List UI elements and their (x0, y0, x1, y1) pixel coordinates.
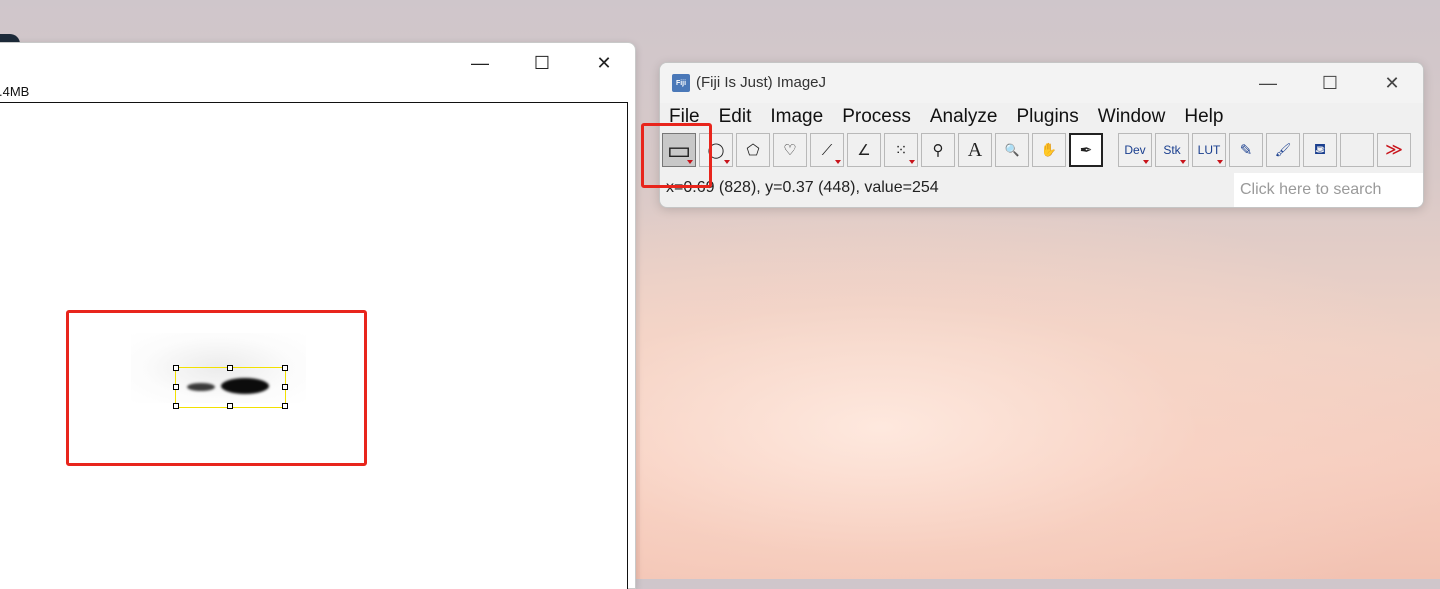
brush-icon: 🖌 (1274, 142, 1292, 157)
lut-menu-button[interactable]: LUT (1192, 133, 1226, 167)
dropdown-indicator-icon (835, 160, 841, 164)
image-info-label: .4MB (0, 84, 30, 99)
dropdown-indicator-icon (1143, 160, 1149, 164)
line-tool[interactable]: ⟋ (810, 133, 844, 167)
stk-menu-button[interactable]: Stk (1155, 133, 1189, 167)
close-icon[interactable]: ✕ (573, 43, 635, 83)
dropper-icon: ✒ (1079, 142, 1093, 159)
magnifier-tool[interactable]: 🔍 (995, 133, 1029, 167)
minimize-icon[interactable]: — (449, 43, 511, 83)
imagej-titlebar[interactable]: Fiji (Fiji Is Just) ImageJ — ☐ ✕ (660, 63, 1423, 103)
menu-plugins[interactable]: Plugins (1016, 106, 1078, 128)
dropdown-indicator-icon (1180, 160, 1186, 164)
dropdown-indicator-icon (724, 160, 730, 164)
color-picker-tool[interactable]: ✒ (1069, 133, 1103, 167)
fiji-logo-icon: Fiji (672, 74, 690, 92)
wand-tool[interactable]: ⚲ (921, 133, 955, 167)
wand-icon: ⚲ (932, 142, 944, 159)
hand-icon: ✋ (1040, 142, 1058, 157)
angle-tool[interactable]: ∠ (847, 133, 881, 167)
pencil-icon: ✎ (1239, 142, 1253, 159)
maximize-icon[interactable]: ☐ (1299, 63, 1361, 103)
point-tool[interactable]: ⁙ (884, 133, 918, 167)
bucket-icon: ⛾ (1313, 140, 1327, 158)
polygon-icon: ⬠ (746, 142, 760, 159)
multipoint-icon: ⁙ (894, 142, 908, 159)
line-icon: ⟋ (821, 141, 833, 159)
more-tools-button[interactable]: ≫ (1377, 133, 1411, 167)
image-window-controls: — ☐ ✕ (449, 43, 635, 83)
dropdown-indicator-icon (1217, 160, 1223, 164)
pencil-tool[interactable]: ✎ (1229, 133, 1263, 167)
dropdown-indicator-icon (909, 160, 915, 164)
menu-window[interactable]: Window (1098, 106, 1166, 128)
menu-help[interactable]: Help (1184, 106, 1223, 128)
dev-menu-button[interactable]: Dev (1118, 133, 1152, 167)
text-tool[interactable]: A (958, 133, 992, 167)
menu-process[interactable]: Process (842, 106, 911, 128)
imagej-window[interactable]: Fiji (Fiji Is Just) ImageJ — ☐ ✕ File Ed… (659, 62, 1424, 208)
minimize-icon[interactable]: — (1237, 63, 1299, 103)
toolbar: ▭ ◯ ⬠ ♡ ⟋ ∠ ⁙ ⚲ A 🔍 ✋ ✒ Dev Stk LUT ✎ 🖌 … (660, 131, 1414, 169)
highlight-box-blot (66, 310, 367, 466)
maximize-icon[interactable]: ☐ (511, 43, 573, 83)
lut-label: LUT (1197, 143, 1221, 157)
search-input[interactable] (1234, 173, 1423, 207)
highlight-box-rectangle-tool (641, 123, 712, 188)
window-title: (Fiji Is Just) ImageJ (696, 74, 827, 91)
close-icon[interactable]: ✕ (1361, 63, 1423, 103)
blank-tool-slot[interactable] (1340, 133, 1374, 167)
freehand-tool[interactable]: ♡ (773, 133, 807, 167)
flood-fill-tool[interactable]: ⛾ (1303, 133, 1337, 167)
angle-icon: ∠ (857, 142, 871, 159)
text-icon: A (967, 138, 983, 161)
menu-analyze[interactable]: Analyze (930, 106, 998, 128)
magnifier-icon: 🔍 (1004, 143, 1020, 157)
freehand-icon: ♡ (783, 142, 797, 159)
brush-tool[interactable]: 🖌 (1266, 133, 1300, 167)
stk-label: Stk (1163, 143, 1181, 157)
dev-label: Dev (1124, 143, 1146, 157)
hand-tool[interactable]: ✋ (1032, 133, 1066, 167)
double-chevron-icon: ≫ (1385, 140, 1403, 159)
imagej-window-controls: — ☐ ✕ (1237, 63, 1423, 103)
polygon-tool[interactable]: ⬠ (736, 133, 770, 167)
desktop-background (640, 200, 1440, 579)
menubar: File Edit Image Process Analyze Plugins … (660, 104, 1242, 130)
menu-image[interactable]: Image (770, 106, 823, 128)
menu-edit[interactable]: Edit (719, 106, 752, 128)
